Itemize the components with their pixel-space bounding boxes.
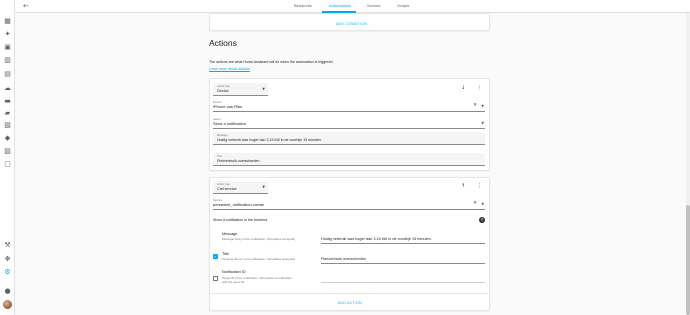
message-label: Message (217, 133, 228, 137)
help-icon[interactable]: ? (479, 217, 485, 223)
notification-id-input[interactable] (321, 276, 485, 283)
notification-id-description-2: with the same ID. (222, 280, 246, 284)
chevron-down-icon: ▼ (262, 87, 265, 91)
bell-icon[interactable]: ● (4, 288, 11, 295)
action-type-value: Call service (217, 186, 237, 191)
divider (209, 293, 490, 294)
conditions-card: ADD CONDITION (209, 13, 490, 31)
action-type-select[interactable]: Action type Device ▼ (213, 83, 268, 96)
chevron-down-icon[interactable]: ▼ (481, 202, 484, 206)
hacs-icon[interactable]: ▧ (4, 122, 11, 129)
message-input[interactable]: Huidig verbruik was hoger dan 3,15 kW in… (321, 237, 485, 244)
message-row-description: Message body of the notification. [Templ… (222, 237, 296, 241)
settings-icon[interactable]: ⚙ (4, 269, 11, 276)
title-field[interactable]: Title Piekverbruik overschreden (213, 153, 485, 166)
chevron-down-icon[interactable]: ▼ (481, 121, 484, 125)
actions-heading: Actions (209, 38, 237, 48)
tab-automations[interactable]: Automations (329, 3, 351, 8)
terminal-icon[interactable]: ▢ (4, 161, 11, 168)
sidebar: ▦ ✦ ▣ ▥ ▤ ☁ ▬ ▰ ▧ ◆ ▨ ▢ ⚒ ✥ ⚙ ● (0, 0, 15, 315)
message-row-title: Message (222, 232, 238, 236)
notification-id-title: Notification ID (222, 270, 246, 274)
add-action-button[interactable]: ADD ACTION (338, 301, 362, 305)
learn-more-link[interactable]: Learn more about actions (209, 67, 250, 71)
chevron-down-icon[interactable]: ▼ (481, 104, 484, 108)
action-value: Send a notification (213, 121, 246, 126)
title-checkbox[interactable]: ✓ (213, 254, 218, 259)
back-arrow-icon[interactable]: ← (23, 2, 29, 10)
calendar-icon[interactable]: ▬ (4, 98, 11, 105)
title-label: Title (217, 154, 222, 158)
more-menu-icon[interactable]: ⋮ (477, 86, 482, 91)
add-condition-button[interactable]: ADD CONDITION (336, 22, 367, 26)
avatar[interactable] (3, 300, 12, 309)
scrollbar-thumb[interactable] (686, 205, 690, 315)
todo-icon[interactable]: ▰ (4, 110, 11, 117)
hammer-icon[interactable]: ⚒ (4, 242, 11, 249)
logbook-icon[interactable]: ▣ (4, 44, 11, 51)
message-value: Huidig verbruik was hoger dan 3,15 kW in… (217, 137, 322, 142)
action-type-value: Device (217, 88, 229, 93)
nodered-icon[interactable]: ▨ (4, 148, 11, 155)
move-down-icon[interactable]: ↓ (461, 86, 465, 91)
message-input-value: Huidig verbruik was hoger dan 3,15 kW in… (321, 237, 432, 241)
dashboard-icon[interactable]: ▦ (4, 18, 11, 25)
actions-description: The actions are what Home Assistant will… (209, 60, 334, 64)
title-input[interactable]: Piekverbruik overschreden (321, 257, 485, 264)
service-field[interactable]: Service persistent_notification.create ✕… (213, 198, 485, 210)
vscode-icon[interactable]: ◆ (4, 135, 11, 142)
clear-icon[interactable]: ✕ (473, 201, 477, 206)
notification-id-checkbox[interactable] (213, 276, 218, 281)
action-type-select-2[interactable]: Action type Call service ▼ (213, 181, 268, 194)
message-field[interactable]: Message Huidig verbruik was hoger dan 3,… (213, 132, 485, 145)
more-menu-icon[interactable]: ⋮ (477, 184, 482, 189)
tab-scripts[interactable]: Scripts (397, 3, 409, 8)
service-description: Show a notification in the frontend. (213, 218, 269, 222)
tab-blueprints[interactable]: Blueprints (294, 3, 312, 8)
energy-icon[interactable]: ▤ (4, 71, 11, 78)
title-row-description: Optional title for your notification. [T… (222, 257, 295, 261)
tab-scenes[interactable]: Scenes (367, 3, 380, 8)
title-input-value: Piekverbruik overschreden (321, 257, 366, 261)
device-value: iPhone van Rien (213, 104, 243, 109)
clear-icon[interactable]: ✕ (473, 103, 477, 108)
esphome-icon[interactable]: ✥ (4, 256, 11, 263)
history-icon[interactable]: ▥ (4, 57, 11, 64)
action-type-label: Action type (217, 84, 230, 88)
title-value: Piekverbruik overschreden (217, 158, 260, 163)
title-row-title: Title (222, 252, 230, 256)
map-icon[interactable]: ✦ (4, 31, 11, 38)
media-icon[interactable]: ☁ (4, 85, 11, 92)
top-bar: ← Blueprints Automations Scenes Scripts (15, 0, 690, 13)
move-up-icon[interactable]: ↑ (461, 184, 465, 189)
action-type-label: Action type (217, 182, 230, 186)
device-field[interactable]: Device iPhone van Rien ✕ ▼ (213, 100, 485, 112)
action-field[interactable]: Action Send a notification ▼ (213, 117, 485, 129)
service-value: persistent_notification.create (213, 202, 264, 207)
chevron-down-icon: ▼ (262, 185, 265, 189)
